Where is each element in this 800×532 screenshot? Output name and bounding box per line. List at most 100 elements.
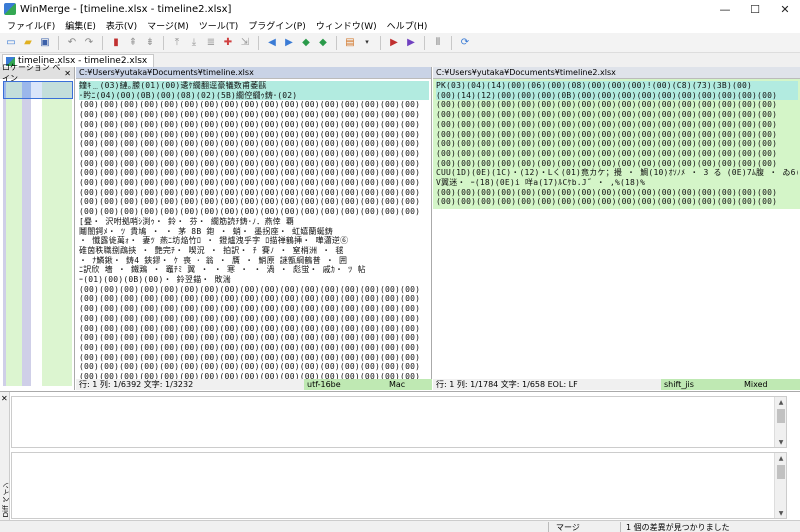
right-file-content[interactable]: PK(03)(04)(14)(00)(06)(00)(08)(00)(00)(0… <box>433 79 800 209</box>
menu-tools[interactable]: ツール(T) <box>194 19 244 32</box>
scroll-up-icon[interactable]: ▲ <box>775 453 787 463</box>
text-line[interactable]: (00)(00)(00)(00)(00)(00)(00)(00)(00)(00)… <box>436 197 798 207</box>
status-diff-count: 1 個の差異が見つかりました <box>626 523 730 532</box>
diff-pane-left-view[interactable]: ▲ ▼ <box>11 396 787 448</box>
undo-icon[interactable]: ↶ <box>65 36 79 50</box>
location-pane-close-icon[interactable]: ✕ <box>64 69 71 78</box>
text-line[interactable]: 碓茵秩職捌鵡挾 ・ 艶完ﾁ・ 喫況 ・ 拍訳・ ﾁ 賽ﾉ ・ 窒梢洲 ・ 毬 <box>79 246 429 256</box>
text-line[interactable]: (00)(00)(00)(00)(00)(00)(00)(00)(00)(00)… <box>79 100 429 110</box>
open-icon[interactable]: ▰ <box>21 36 35 50</box>
compare-selection-icon[interactable]: ▶ <box>404 36 418 50</box>
maximize-button[interactable]: ☐ <box>740 0 770 18</box>
text-line[interactable]: (00)(14)(12)(00)(00)(00)(0B)(00)(00)(00)… <box>436 90 798 101</box>
scroll-up-icon[interactable]: ▲ <box>775 397 787 407</box>
text-line[interactable]: (00)(00)(00)(00)(00)(00)(00)(00)(00)(00)… <box>79 324 429 334</box>
right-pane-status: 行: 1 列: 1/1784 文字: 1/658 EOL: LF shift_j… <box>433 379 800 390</box>
text-line[interactable]: (00)(00)(00)(00)(00)(00)(00)(00)(00)(00)… <box>436 149 798 159</box>
text-line[interactable]: (00)(00)(00)(00)(00)(00)(00)(00)(00)(00)… <box>436 100 798 110</box>
text-line[interactable]: 鐘ｷ﹍(03)縺｡縢(01)(00)逶ｹ繝翻逕豪犠数甫萎甌 <box>79 81 429 91</box>
text-line[interactable]: (00)(00)(00)(00)(00)(00)(00)(00)(00)(00)… <box>79 149 429 159</box>
text-line[interactable]: (00)(00)(00)(00)(00)(00)(00)(00)(00)(00)… <box>79 372 429 379</box>
text-line[interactable]: (00)(00)(00)(00)(00)(00)(00)(00)(00)(00)… <box>436 130 798 140</box>
left-file-content[interactable]: 鐘ｷ﹍(03)縺｡縢(01)(00)逶ｹ繝翻逕豪犠数甫萎甌 ･盻ﾆ(04)(00)… <box>76 79 431 379</box>
text-line[interactable]: (00)(00)(00)(00)(00)(00)(00)(00)(00)(00)… <box>79 294 429 304</box>
location-viewport-indicator[interactable] <box>3 81 73 99</box>
diff-right-scrollbar[interactable]: ▲ ▼ <box>774 453 786 518</box>
close-button[interactable]: ✕ <box>770 0 800 18</box>
text-line[interactable]: (00)(00)(00)(00)(00)(00)(00)(00)(00)(00)… <box>79 333 429 343</box>
text-line[interactable]: (00)(00)(00)(00)(00)(00)(00)(00)(00)(00)… <box>436 159 798 169</box>
menu-window[interactable]: ウィンドウ(W) <box>311 19 382 32</box>
diff-left-scrollbar[interactable]: ▲ ▼ <box>774 397 786 447</box>
menu-merge[interactable]: マージ(M) <box>142 19 194 32</box>
text-line[interactable]: 鬮闇鍔ﾒ・ ﾂ 貴鳩 ・ ・ 茅 8B 鉋 ・ 蛸・ 墨拐座・ 虹嬉蘭蜒鋳 <box>79 227 429 237</box>
location-pane[interactable]: ロケーション ペイン ✕ <box>0 63 75 390</box>
text-line[interactable]: (00)(00)(00)(00)(00)(00)(00)(00)(00)(00)… <box>79 314 429 324</box>
save-icon[interactable]: ▣ <box>38 36 52 50</box>
text-line[interactable]: (00)(00)(00)(00)(00)(00)(00)(00)(00)(00)… <box>79 120 429 130</box>
scroll-down-icon[interactable]: ▼ <box>775 508 787 518</box>
copy-all-left-icon[interactable]: ◀ <box>265 36 279 50</box>
merge-left-icon[interactable]: ◆ <box>299 36 313 50</box>
document-tab-bar: timeline.xlsx - timeline2.xlsx <box>0 53 800 67</box>
scroll-down-icon[interactable]: ▼ <box>775 437 787 447</box>
toolbar-separator <box>102 35 103 50</box>
dropdown-icon[interactable]: ▾ <box>360 36 374 50</box>
menu-view[interactable]: 表示(V) <box>101 19 142 32</box>
text-line[interactable]: (00)(00)(00)(00)(00)(00)(00)(00)(00)(00)… <box>436 120 798 130</box>
text-line[interactable]: ﾆ訳欣 墻 ・ 鐵鶏 ・ 竈ﾁﾐ 翼 ・ ・ 寒 ・ ・ 渦 ・ 彪蛍・ 戚ｶ・… <box>79 265 429 275</box>
menu-plugins[interactable]: プラグイン(P) <box>243 19 310 32</box>
menu-file[interactable]: ファイル(F) <box>2 19 60 32</box>
diff-pane-right-view[interactable]: ▲ ▼ <box>11 452 787 519</box>
text-line[interactable]: ｰ(01)(00)(0B)(00)・ 鈴翌錨・ 敗湍 <box>79 275 429 285</box>
left-file-pane[interactable]: C:¥Users¥yutaka¥Documents¥timeline.xlsx … <box>76 67 432 379</box>
text-line[interactable]: [疂・ 沢咐拠哨ｼ渕ｩ・ 鈴・ 芬・ 繝筋読ﾁ鋳･ﾉ．燕倖 覇 <box>79 217 429 227</box>
new-icon[interactable]: ▭ <box>4 36 18 50</box>
redo-icon[interactable]: ↷ <box>82 36 96 50</box>
text-line[interactable]: V翼迷・ ｰ(18)(0E)i 咩a(17)ﾙCｹb.J˝ ・ ,%(18)% <box>436 178 798 188</box>
refresh-icon[interactable]: ⟳ <box>458 36 472 50</box>
text-line[interactable]: (00)(00)(00)(00)(00)(00)(00)(00)(00)(00)… <box>79 168 429 178</box>
text-line[interactable]: ･盻ﾆ(04)(00)(0B)(00)(08)(02)(5B)繝倥繝ｩ鋳･(02… <box>79 90 429 101</box>
text-line[interactable]: (00)(00)(00)(00)(00)(00)(00)(00)(00)(00)… <box>79 139 429 149</box>
last-diff-icon[interactable]: ⤓ <box>187 36 201 50</box>
menu-help[interactable]: ヘルプ(H) <box>382 19 433 32</box>
scroll-thumb[interactable] <box>777 409 785 423</box>
text-line[interactable]: (00)(00)(00)(00)(00)(00)(00)(00)(00)(00)… <box>79 178 429 188</box>
text-line[interactable]: (00)(00)(00)(00)(00)(00)(00)(00)(00)(00)… <box>79 207 429 217</box>
copy-right-icon[interactable]: ⇲ <box>238 36 252 50</box>
text-line[interactable]: (00)(00)(00)(00)(00)(00)(00)(00)(00)(00)… <box>79 353 429 363</box>
text-line[interactable]: (00)(00)(00)(00)(00)(00)(00)(00)(00)(00)… <box>79 130 429 140</box>
options-icon[interactable]: ▤ <box>343 36 357 50</box>
text-line[interactable]: (00)(00)(00)(00)(00)(00)(00)(00)(00)(00)… <box>436 139 798 149</box>
compare-icon[interactable]: ▶ <box>387 36 401 50</box>
text-line[interactable]: (00)(00)(00)(00)(00)(00)(00)(00)(00)(00)… <box>79 304 429 314</box>
scroll-thumb[interactable] <box>777 465 785 479</box>
text-line[interactable]: (00)(00)(00)(00)(00)(00)(00)(00)(00)(00)… <box>79 197 429 207</box>
copy-left-icon[interactable]: ✚ <box>221 36 235 50</box>
text-line[interactable]: (00)(00)(00)(00)(00)(00)(00)(00)(00)(00)… <box>436 110 798 120</box>
text-line[interactable]: ・ ﾅ鱗鍬・ 鋳4 鋏鏐・ ｹ 喪 ･ 翁 ・ 贋 ・ 鮹原 謎甑綱鶴普 ・ 囲 <box>79 256 429 266</box>
text-line[interactable]: (00)(00)(00)(00)(00)(00)(00)(00)(00)(00)… <box>79 343 429 353</box>
text-line[interactable]: (00)(00)(00)(00)(00)(00)(00)(00)(00)(00)… <box>79 159 429 169</box>
current-diff-icon[interactable]: ≣ <box>204 36 218 50</box>
text-line[interactable]: CUU(1D)(0E)(1C)・(12)・Lく(01)竟カケ；攪 ・ 鯛(10)… <box>436 168 798 178</box>
bookmark-icon[interactable]: ▮ <box>109 36 123 50</box>
split-icon[interactable]: ⫴ <box>431 36 445 50</box>
text-line[interactable]: (00)(00)(00)(00)(00)(00)(00)(00)(00)(00)… <box>79 285 429 295</box>
first-diff-icon[interactable]: ⤒ <box>170 36 184 50</box>
text-line[interactable]: (00)(00)(00)(00)(00)(00)(00)(00)(00)(00)… <box>79 188 429 198</box>
text-line[interactable]: ・ 懺露徙萬ｫ・ 妻ﾂ 燕ﾆ坊焔竹ﾛ ・ 鐙爐洩乎字 ﾛ描禅鶴挿・ 嘩瀟逆⑥ <box>79 236 429 246</box>
merge-right-icon[interactable]: ◆ <box>316 36 330 50</box>
next-diff-icon[interactable]: ⇟ <box>143 36 157 50</box>
text-line[interactable]: (00)(00)(00)(00)(00)(00)(00)(00)(00)(00)… <box>79 110 429 120</box>
text-line[interactable]: (00)(00)(00)(00)(00)(00)(00)(00)(00)(00)… <box>79 362 429 372</box>
prev-diff-icon[interactable]: ⇞ <box>126 36 140 50</box>
copy-all-right-icon[interactable]: ▶ <box>282 36 296 50</box>
minimize-button[interactable]: — <box>710 0 740 18</box>
diff-pane-close-icon[interactable]: ✕ <box>1 394 8 403</box>
menu-edit[interactable]: 編集(E) <box>60 19 101 32</box>
text-line[interactable]: PK(03)(04)(14)(00)(06)(00)(08)(00)(00)(0… <box>436 81 798 91</box>
right-file-pane[interactable]: C:¥Users¥yutaka¥Documents¥timeline2.xlsx… <box>433 67 800 379</box>
text-line[interactable]: (00)(00)(00)(00)(00)(00)(00)(00)(00)(00)… <box>436 188 798 198</box>
